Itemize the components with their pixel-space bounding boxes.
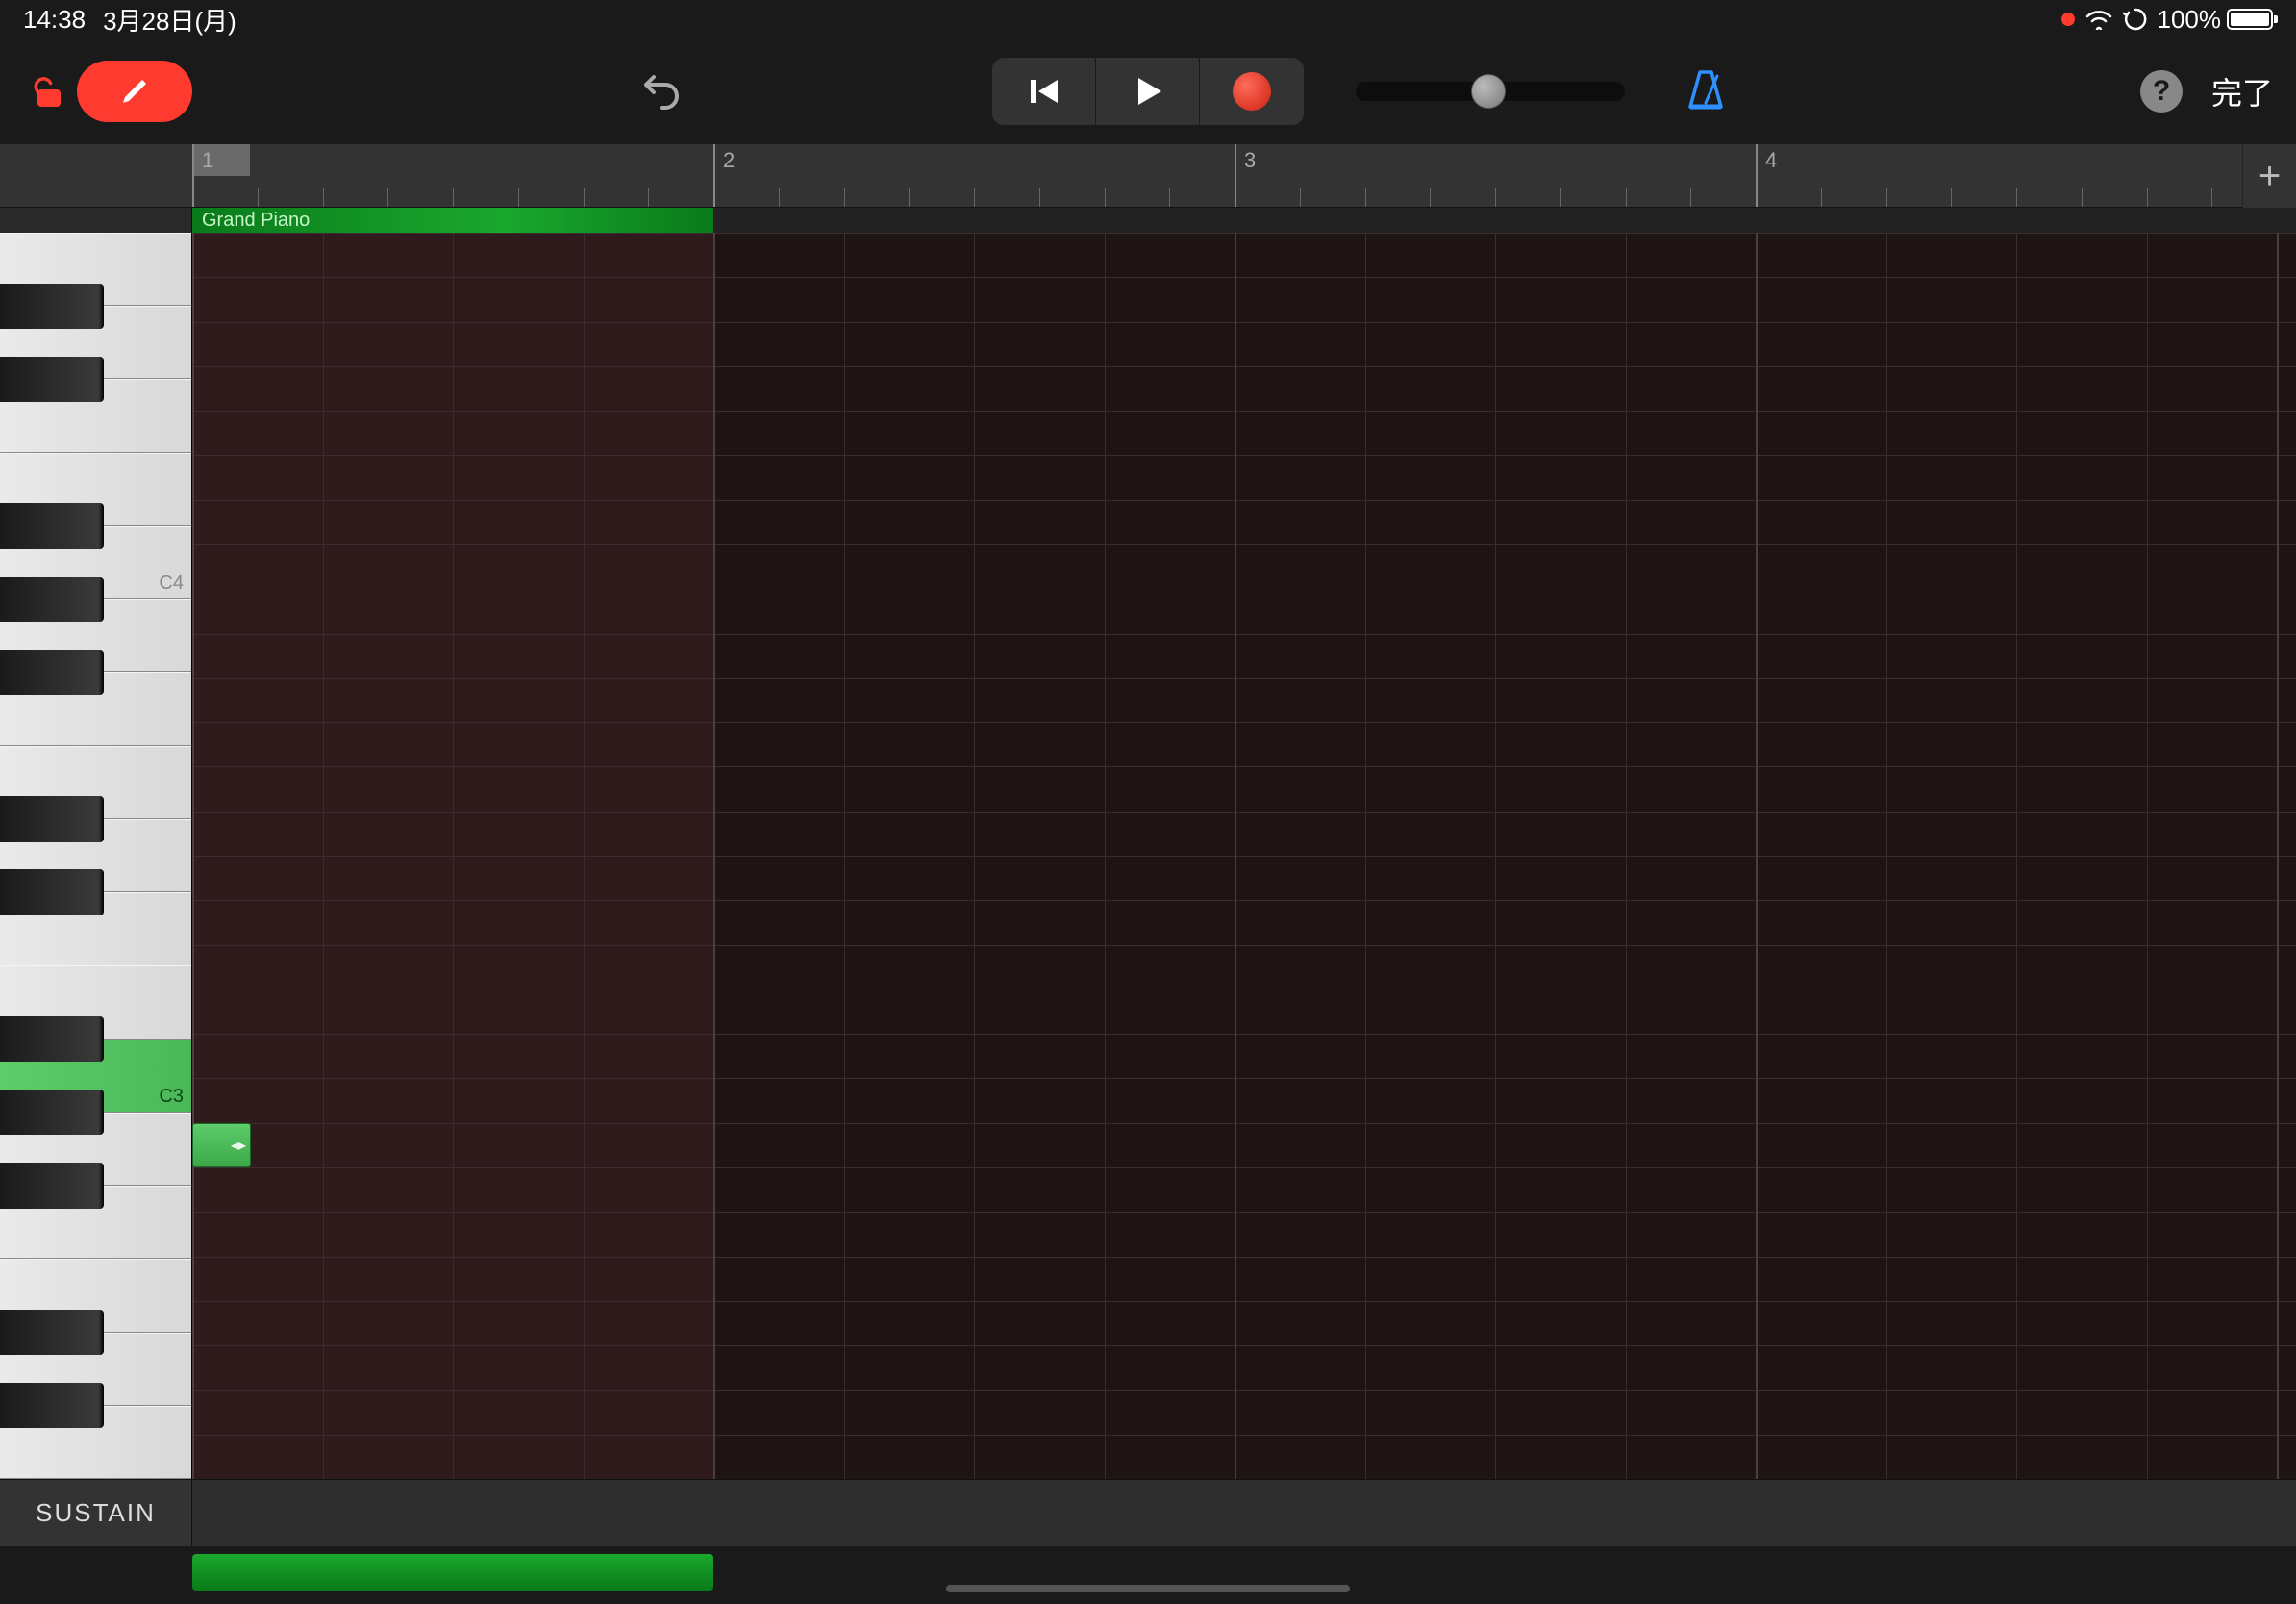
- lock-button[interactable]: [15, 58, 83, 125]
- play-icon: [1129, 72, 1167, 111]
- status-time: 14:38: [23, 5, 86, 35]
- black-key[interactable]: [0, 503, 104, 548]
- region-name: Grand Piano: [202, 210, 310, 231]
- home-indicator[interactable]: [946, 1585, 1350, 1592]
- add-button[interactable]: +: [2242, 144, 2296, 208]
- help-button[interactable]: ?: [2140, 70, 2183, 113]
- screen-recording-indicator-icon: [2061, 13, 2075, 26]
- volume-thumb[interactable]: [1471, 74, 1506, 109]
- midi-note[interactable]: ◂▸: [192, 1123, 251, 1167]
- piano-roll-grid[interactable]: ◂▸: [192, 233, 2296, 1479]
- status-bar: 14:38 3月28日(月) 100%: [0, 0, 2296, 38]
- playhead-marker[interactable]: [192, 144, 250, 176]
- black-key[interactable]: [0, 1163, 104, 1208]
- key-label-c3: C3: [159, 1086, 184, 1473]
- minimap-region[interactable]: [192, 1554, 713, 1591]
- record-icon: [1233, 72, 1271, 111]
- rewind-button[interactable]: [992, 58, 1096, 125]
- volume-slider[interactable]: [1356, 82, 1625, 101]
- status-date: 3月28日(月): [103, 2, 237, 38]
- bar-number: 4: [1765, 148, 1777, 173]
- black-key[interactable]: [0, 357, 104, 402]
- pencil-icon: [117, 74, 152, 109]
- wifi-icon: [2084, 9, 2113, 30]
- edit-button[interactable]: [77, 61, 192, 122]
- bar-number: 3: [1244, 148, 1256, 173]
- region-header[interactable]: Grand Piano: [192, 208, 713, 233]
- toolbar: ? 完了: [0, 38, 2296, 144]
- black-key[interactable]: [0, 796, 104, 841]
- transport-controls: [992, 58, 1304, 125]
- black-key[interactable]: [0, 1016, 104, 1062]
- black-key[interactable]: [0, 650, 104, 695]
- plus-icon: +: [2259, 155, 2281, 198]
- sustain-lane[interactable]: [192, 1480, 2296, 1546]
- undo-button[interactable]: [615, 48, 702, 135]
- question-icon: ?: [2153, 75, 2170, 108]
- unlock-icon: [30, 72, 68, 111]
- bar-number: 1: [202, 148, 213, 173]
- sustain-label[interactable]: SUSTAIN: [0, 1480, 192, 1546]
- minimap[interactable]: [0, 1546, 2296, 1604]
- piano-keyboard[interactable]: C4C3: [0, 233, 192, 1479]
- record-button[interactable]: [1200, 58, 1304, 125]
- battery-icon: [2227, 9, 2273, 30]
- undo-icon: [633, 65, 685, 117]
- black-key[interactable]: [0, 1383, 104, 1428]
- black-key[interactable]: [0, 577, 104, 622]
- metronome-icon: [1683, 66, 1729, 113]
- battery-percentage: 100%: [2158, 5, 2222, 35]
- ruler[interactable]: 1 2 3 4 +: [0, 144, 2296, 208]
- done-button[interactable]: 完了: [2211, 69, 2273, 113]
- black-key[interactable]: [0, 869, 104, 915]
- play-button[interactable]: [1096, 58, 1200, 125]
- black-key[interactable]: [0, 284, 104, 329]
- status-right: 100%: [2061, 5, 2274, 35]
- note-resize-handle-icon[interactable]: ◂▸: [231, 1136, 246, 1155]
- metronome-button[interactable]: [1683, 66, 1729, 117]
- skip-back-icon: [1025, 72, 1063, 111]
- black-key[interactable]: [0, 1090, 104, 1135]
- bar-number: 2: [723, 148, 735, 173]
- black-key[interactable]: [0, 1310, 104, 1355]
- orientation-lock-icon: [2123, 7, 2148, 32]
